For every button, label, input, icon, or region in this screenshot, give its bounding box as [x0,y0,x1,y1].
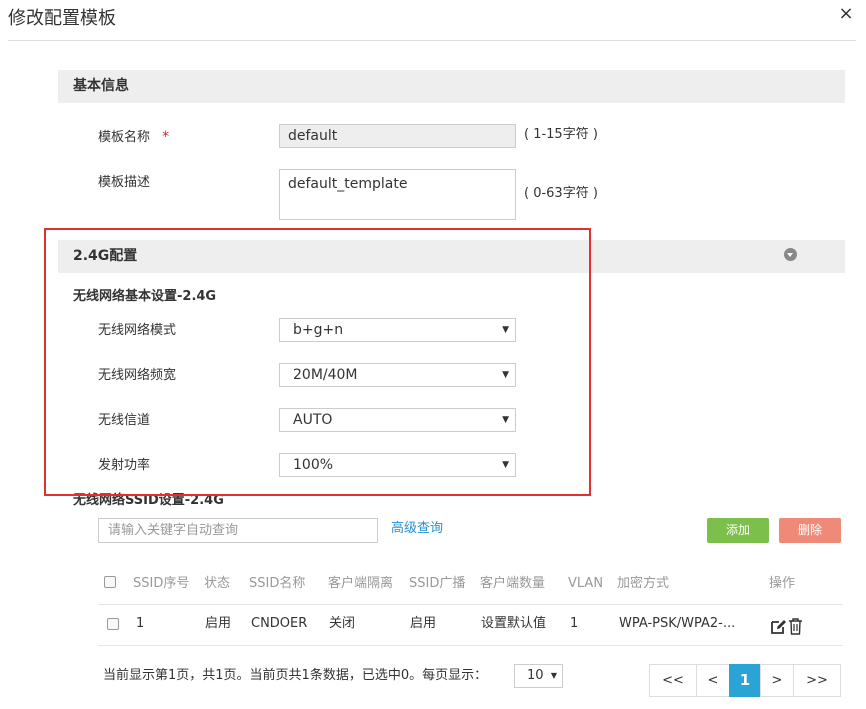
template-desc-hint: ( 0-63字符 ) [524,186,598,201]
table-divider [98,604,843,605]
column-header-client-isolation[interactable]: 客户端隔离 [328,575,393,593]
advanced-search-link[interactable]: 高级查询 [391,520,443,538]
cell-ssid-index: 1 [136,616,145,631]
column-header-encryption[interactable]: 加密方式 [617,575,669,593]
current-page-button[interactable]: 1 [729,664,761,697]
title-divider [8,40,856,41]
trash-icon[interactable] [788,618,803,635]
select-value: 10 [527,668,544,683]
column-header-vlan[interactable]: VLAN [568,575,603,593]
highlight-box [44,228,591,496]
cell-client-count: 设置默认值 [481,616,547,631]
cell-client-isolation: 关闭 [329,616,356,631]
template-name-input[interactable]: default [279,124,516,148]
column-header-status[interactable]: 状态 [204,575,230,593]
template-name-hint: ( 1-15字符 ) [524,127,598,142]
template-desc-label: 模板描述 [98,175,151,190]
column-header-client-count[interactable]: 客户端数量 [480,575,545,593]
search-input[interactable]: 请输入关键字自动查询 [98,518,378,543]
template-desc-textarea[interactable]: default_template [279,169,516,220]
first-page-button[interactable]: << [649,664,697,697]
next-page-button[interactable]: > [760,664,794,697]
delete-button[interactable]: 删除 [779,518,841,543]
section-title: 基本信息 [73,78,129,94]
close-button[interactable]: × [836,4,856,24]
add-button[interactable]: 添加 [707,518,769,543]
cell-ssid-name: CNDOER [251,616,308,631]
pagination-info: 当前显示第1页，共1页。当前页共1条数据，已选中0。每页显示： [103,668,488,683]
dropdown-caret-icon: ▼ [550,671,557,680]
page-size-select[interactable]: 10 ▼ [514,664,563,688]
column-header-ssid-index[interactable]: SSID序号 [133,575,189,593]
chevron-down-icon[interactable] [784,248,797,261]
cell-encryption: WPA-PSK/WPA2-... [619,616,736,631]
column-header-ssid-name[interactable]: SSID名称 [249,575,305,593]
cell-ssid-broadcast: 启用 [410,616,437,631]
section-header-basic-info: 基本信息 [58,70,845,103]
cell-status: 启用 [205,616,232,631]
select-all-checkbox[interactable] [104,576,116,588]
prev-page-button[interactable]: < [696,664,730,697]
edit-icon[interactable] [770,618,787,635]
row-checkbox[interactable] [107,618,119,630]
template-name-label: 模板名称 * [98,128,169,147]
column-header-actions: 操作 [769,576,796,591]
close-icon: × [838,3,854,24]
required-mark: * [162,129,170,145]
label-text: 模板名称 [98,130,151,145]
table-divider [98,645,843,646]
cell-vlan: 1 [570,616,579,631]
dialog-title: 修改配置模板 [8,8,116,29]
last-page-button[interactable]: >> [793,664,841,697]
column-header-ssid-broadcast[interactable]: SSID广播 [409,575,465,593]
